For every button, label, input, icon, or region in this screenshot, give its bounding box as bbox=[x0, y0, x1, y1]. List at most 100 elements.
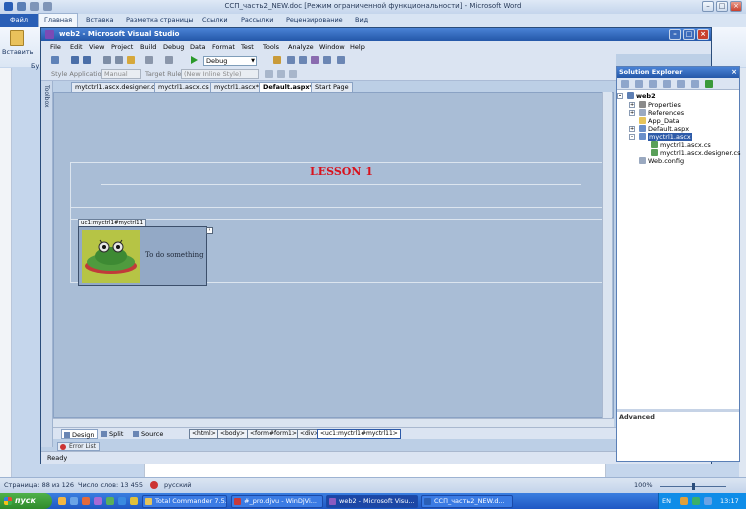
input-language[interactable]: EN bbox=[662, 497, 671, 505]
tray-icon[interactable] bbox=[692, 497, 700, 505]
quick-launch-icon[interactable] bbox=[82, 497, 90, 505]
cut-icon[interactable] bbox=[103, 56, 111, 64]
tray-icon[interactable] bbox=[704, 497, 712, 505]
user-control-text[interactable]: To do something bbox=[145, 251, 204, 259]
expand-icon[interactable]: + bbox=[629, 110, 635, 116]
save-all-icon[interactable] bbox=[83, 56, 91, 64]
vs-close-icon[interactable]: × bbox=[697, 29, 709, 40]
menu-build[interactable]: Build bbox=[140, 43, 156, 51]
menu-help[interactable]: Help bbox=[350, 43, 365, 51]
tree-item-references[interactable]: + References bbox=[629, 109, 684, 117]
new-project-icon[interactable] bbox=[51, 56, 59, 64]
menu-analyze[interactable]: Analyze bbox=[288, 43, 314, 51]
tab-start-page[interactable]: Start Page bbox=[311, 82, 353, 92]
smart-tag-icon[interactable]: › bbox=[206, 227, 213, 234]
tree-item-web-config[interactable]: Web.config bbox=[639, 157, 684, 165]
quick-launch-icon[interactable] bbox=[130, 497, 138, 505]
quick-launch-icon[interactable] bbox=[58, 497, 66, 505]
lesson-title[interactable]: LESSON 1 bbox=[71, 165, 612, 178]
quick-launch-icon[interactable] bbox=[106, 497, 114, 505]
toolbox-sidebar[interactable]: Toolbox bbox=[41, 81, 53, 447]
tab-references[interactable]: Ссылки bbox=[202, 16, 228, 24]
refresh-icon[interactable] bbox=[649, 80, 657, 88]
view-code-icon[interactable] bbox=[663, 80, 671, 88]
tab-mailings[interactable]: Рассылки bbox=[241, 16, 274, 24]
save-icon[interactable] bbox=[71, 56, 79, 64]
new-style-icon[interactable] bbox=[289, 70, 297, 78]
target-rule-select[interactable]: (New Inline Style) bbox=[181, 69, 259, 79]
breadcrumb-html[interactable]: <html> bbox=[189, 429, 219, 439]
file-tab[interactable]: Файл bbox=[0, 14, 38, 27]
undo-icon[interactable] bbox=[145, 56, 153, 64]
find-icon[interactable] bbox=[273, 56, 281, 64]
collapse-icon[interactable]: – bbox=[629, 134, 635, 140]
nest-related-files-icon[interactable] bbox=[691, 80, 699, 88]
tab-ascx[interactable]: myctrl1.ascx* bbox=[210, 82, 264, 92]
taskbar-task-windjview[interactable]: #_pro.djvu - WinDjVi... bbox=[231, 495, 323, 508]
language-indicator[interactable]: русский bbox=[164, 481, 192, 489]
properties-icon[interactable] bbox=[621, 80, 629, 88]
toolbox-icon[interactable] bbox=[323, 56, 331, 64]
panel-splitter[interactable] bbox=[617, 409, 739, 412]
tab-insert[interactable]: Вставка bbox=[86, 16, 114, 24]
style-application-select[interactable]: Manual bbox=[101, 69, 141, 79]
quick-launch-icon[interactable] bbox=[70, 497, 78, 505]
properties-icon[interactable] bbox=[299, 56, 307, 64]
menu-data[interactable]: Data bbox=[190, 43, 206, 51]
menu-project[interactable]: Project bbox=[111, 43, 133, 51]
taskbar-task-visual-studio[interactable]: web2 - Microsoft Visu... bbox=[326, 495, 418, 508]
menu-test[interactable]: Test bbox=[241, 43, 254, 51]
menu-tools[interactable]: Tools bbox=[263, 43, 279, 51]
paste-icon[interactable] bbox=[127, 56, 135, 64]
menu-format[interactable]: Format bbox=[212, 43, 235, 51]
vs-minimize-icon[interactable]: – bbox=[669, 29, 681, 40]
breadcrumb-body[interactable]: <body> bbox=[217, 429, 248, 439]
clock[interactable]: 13:17 bbox=[720, 497, 739, 505]
close-icon[interactable]: × bbox=[731, 67, 737, 78]
tree-item-myctrl1-ascx[interactable]: – myctrl1.ascx bbox=[629, 133, 692, 141]
paste-button[interactable]: Вставить bbox=[2, 29, 33, 63]
tray-icon[interactable] bbox=[680, 497, 688, 505]
frog-image[interactable] bbox=[82, 230, 140, 283]
tab-review[interactable]: Рецензирование bbox=[286, 16, 343, 24]
user-control-myctrl1[interactable]: To do something bbox=[78, 226, 207, 286]
expand-icon[interactable]: + bbox=[629, 126, 635, 132]
start-debugging-icon[interactable] bbox=[191, 56, 198, 64]
tab-home[interactable]: Главная bbox=[38, 13, 78, 27]
copy-website-icon[interactable] bbox=[705, 80, 713, 88]
menu-view[interactable]: View bbox=[89, 43, 104, 51]
expand-icon[interactable]: + bbox=[629, 102, 635, 108]
page-count[interactable]: Страница: 88 из 126 bbox=[4, 481, 74, 489]
menu-debug[interactable]: Debug bbox=[163, 43, 184, 51]
tab-view[interactable]: Вид bbox=[355, 16, 368, 24]
tab-designer-cs[interactable]: mytctrl1.ascx.designer.cs bbox=[71, 82, 163, 92]
tab-default-aspx[interactable]: Default.aspx* bbox=[259, 82, 317, 92]
zoom-level[interactable]: 100% bbox=[634, 481, 653, 489]
taskbar-task-total-commander[interactable]: Total Commander 7.5... bbox=[142, 495, 227, 508]
tree-item-default-aspx[interactable]: + Default.aspx bbox=[629, 125, 689, 133]
collapse-icon[interactable]: – bbox=[617, 93, 623, 99]
restore-icon[interactable]: □ bbox=[716, 1, 728, 12]
solution-explorer-icon[interactable] bbox=[287, 56, 295, 64]
design-view-button[interactable]: Design bbox=[61, 429, 99, 439]
menu-file[interactable]: File bbox=[50, 43, 61, 51]
redo-icon[interactable] bbox=[165, 56, 173, 64]
quick-launch-icon[interactable] bbox=[118, 497, 126, 505]
style-icon[interactable] bbox=[265, 70, 273, 78]
menu-edit[interactable]: Edit bbox=[70, 43, 83, 51]
close-icon[interactable]: × bbox=[730, 1, 742, 12]
design-vertical-scrollbar[interactable] bbox=[602, 92, 612, 418]
vs-restore-icon[interactable]: □ bbox=[683, 29, 695, 40]
tree-item-myctrl1-ascx-cs[interactable]: myctrl1.ascx.cs bbox=[651, 141, 711, 149]
tree-item-properties[interactable]: + Properties bbox=[629, 101, 681, 109]
solution-configuration-select[interactable]: Debug ▼ bbox=[203, 56, 257, 66]
design-horizontal-scrollbar[interactable] bbox=[53, 418, 614, 427]
toolbox-label[interactable]: Toolbox bbox=[43, 85, 50, 108]
breadcrumb-user-control[interactable]: <uc1:myctrl1#myctrl11> bbox=[317, 429, 401, 439]
object-browser-icon[interactable] bbox=[311, 56, 319, 64]
quick-launch-icon[interactable] bbox=[94, 497, 102, 505]
proofing-icon[interactable] bbox=[150, 481, 158, 489]
tree-project-web2[interactable]: – web2 bbox=[617, 92, 656, 100]
taskbar-task-word[interactable]: ССП_часть2_NEW.d... bbox=[421, 495, 513, 508]
error-list-tab[interactable]: Error List bbox=[57, 442, 101, 451]
